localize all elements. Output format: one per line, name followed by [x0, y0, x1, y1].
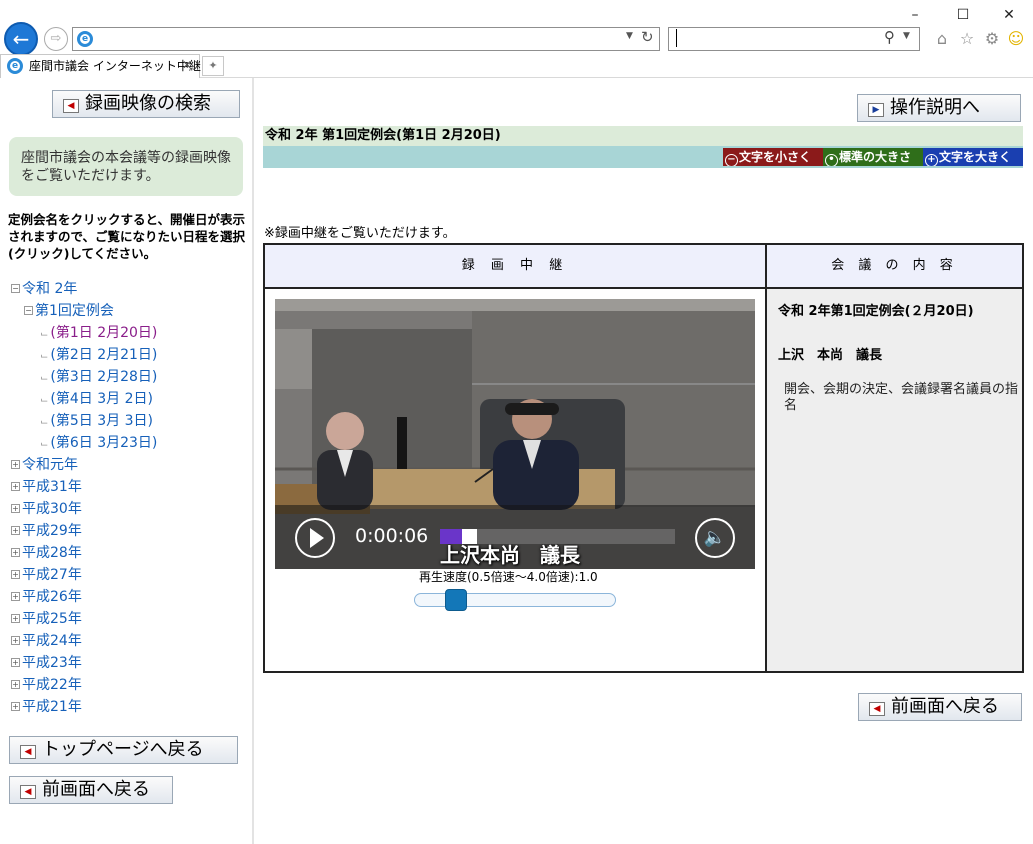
volume-icon[interactable]: 🔈 [695, 518, 735, 558]
intro-text: 座間市議会の本会議等の録画映像をご覧いただけます。 [21, 150, 231, 184]
content-meeting: 令和 2年第1回定例会(２月20日) [778, 304, 974, 319]
settings-gear-icon[interactable]: ⚙ [982, 29, 1002, 49]
favorites-star-icon[interactable]: ☆ [957, 29, 977, 49]
tree-day-4[interactable]: ⌙ (第4日 3月 2日) [40, 389, 153, 411]
tree-year-current[interactable]: − 令和 2年 [11, 279, 77, 299]
tab-close-icon[interactable]: ✕ [182, 58, 192, 72]
arrow-left-icon: ◀ [869, 702, 885, 716]
arrow-left-icon: ◀ [63, 99, 79, 113]
back-arrow-icon[interactable]: ← [4, 22, 38, 56]
content-summary: 開会、会期の決定、会議録署名議員の指名 [784, 382, 1019, 413]
expand-icon[interactable]: + [11, 570, 20, 579]
tree-year-10[interactable]: + 平成23年 [11, 653, 82, 673]
tree-year-7[interactable]: + 平成26年 [11, 587, 82, 607]
tree-year-11[interactable]: + 平成22年 [11, 675, 82, 695]
video-player[interactable]: 上沢本尚 議長 0:00:06 🔈 [275, 299, 755, 569]
ie-logo-icon: e [77, 31, 93, 47]
arrow-right-icon: ▶ [868, 103, 884, 117]
expand-icon[interactable]: + [11, 702, 20, 711]
expand-icon[interactable]: + [11, 658, 20, 667]
tree-year-12[interactable]: + 平成21年 [11, 697, 82, 717]
search-dropdown-icon[interactable]: ▼ [903, 31, 910, 41]
tree-year-9[interactable]: + 平成24年 [11, 631, 82, 651]
expand-icon[interactable]: + [11, 504, 20, 513]
font-standard-button[interactable]: • 標準の大きさ [823, 148, 923, 166]
video-search-button[interactable]: ◀ 録画映像の検索 [52, 90, 240, 118]
meeting-info-bar: 令和 2年 第1回定例会(第1日 2月20日) [263, 126, 1023, 146]
play-icon [310, 528, 324, 548]
browser-tab[interactable]: 座間市議会 インターネット中継 [0, 54, 201, 78]
text-cursor [676, 29, 677, 47]
content-speaker: 上沢 本尚 議長 [778, 348, 883, 363]
expand-icon[interactable]: + [11, 526, 20, 535]
search-icon[interactable]: ⚲ [884, 28, 895, 46]
expand-icon[interactable]: + [11, 548, 20, 557]
browser-chrome: – ☐ ✕ ← ⇨ e ▼ ↻ ⚲ ▼ ⌂ ☆ ⚙ ☺ 座間市議会 インターネッ… [0, 0, 1033, 78]
expand-icon[interactable]: + [11, 482, 20, 491]
tree-day-2[interactable]: ⌙ (第2日 2月21日) [40, 345, 157, 367]
home-icon[interactable]: ⌂ [932, 29, 952, 49]
new-tab-icon[interactable]: ✦ [202, 56, 224, 76]
tab-title: 座間市議会 インターネット中継 [29, 59, 201, 73]
expand-icon[interactable]: + [11, 680, 20, 689]
minimize-icon[interactable]: – [900, 4, 930, 26]
search-input[interactable] [668, 27, 920, 51]
video-timecode: 0:00:06 [355, 525, 429, 547]
header-video: 録 画 中 継 [265, 245, 765, 287]
plus-circle-icon: + [925, 154, 938, 166]
expand-icon[interactable]: + [11, 614, 20, 623]
note-text: ※録画中継をご覧いただけます。 [264, 226, 456, 241]
seek-progress [440, 529, 462, 544]
tree-year-3[interactable]: + 平成30年 [11, 499, 82, 519]
tree-day-5[interactable]: ⌙ (第5日 3月 3日) [40, 411, 153, 433]
tree-session-link[interactable]: 第1回定例会 [35, 303, 114, 319]
header-content: 会 議 の 内 容 [767, 245, 1022, 287]
speed-slider-handle[interactable] [445, 589, 467, 611]
tree-year-8[interactable]: + 平成25年 [11, 609, 82, 629]
tree-day-1[interactable]: ⌙ (第1日 2月20日) [40, 323, 157, 345]
tree-year-5[interactable]: + 平成28年 [11, 543, 82, 563]
tree-year-4[interactable]: + 平成29年 [11, 521, 82, 541]
tree-year-link[interactable]: 令和 2年 [22, 281, 77, 297]
intro-box: 座間市議会の本会議等の録画映像をご覧いただけます。 [9, 137, 243, 196]
expand-icon[interactable]: + [11, 636, 20, 645]
tree-day-6[interactable]: ⌙ (第6日 3月23日) [40, 433, 157, 455]
dot-circle-icon: • [825, 154, 838, 166]
tree-year-6[interactable]: + 平成27年 [11, 565, 82, 585]
tab-ie-icon: e [7, 58, 23, 74]
tree-year-2[interactable]: + 平成31年 [11, 477, 82, 497]
left-back-button[interactable]: ◀ 前画面へ戻る [9, 776, 173, 804]
font-smaller-button[interactable]: − 文字を小さく [723, 148, 823, 166]
right-back-button[interactable]: ◀ 前画面へ戻る [858, 693, 1022, 721]
dropdown-icon[interactable]: ▼ [626, 31, 633, 41]
tree-day-3[interactable]: ⌙ (第3日 2月28日) [40, 367, 157, 389]
maximize-icon[interactable]: ☐ [948, 4, 978, 26]
tree-session[interactable]: − 第1回定例会 [24, 301, 114, 321]
close-window-icon[interactable]: ✕ [994, 4, 1024, 26]
expand-icon[interactable]: + [11, 460, 20, 469]
instructions-text: 定例会名をクリックすると、開催日が表示されますので、ご覧になりたい日程を選択(ク… [8, 212, 246, 261]
minus-circle-icon: − [725, 154, 738, 166]
speed-label: 再生速度(0.5倍速～4.0倍速):1.0 [419, 570, 598, 584]
forward-arrow-icon[interactable]: ⇨ [44, 27, 68, 51]
arrow-left-icon: ◀ [20, 745, 36, 759]
smiley-feedback-icon[interactable]: ☺ [1006, 29, 1026, 49]
arrow-left-icon: ◀ [20, 785, 36, 799]
tree-year-1[interactable]: + 令和元年 [11, 455, 78, 475]
font-larger-button[interactable]: + 文字を大きく [923, 148, 1023, 166]
refresh-icon[interactable]: ↻ [641, 28, 654, 46]
address-bar[interactable] [72, 27, 660, 51]
help-button[interactable]: ▶ 操作説明へ [857, 94, 1021, 122]
collapse-icon[interactable]: − [11, 284, 20, 293]
seek-handle[interactable] [462, 529, 477, 544]
expand-icon[interactable]: + [11, 592, 20, 601]
collapse-icon[interactable]: − [24, 306, 33, 315]
top-page-button[interactable]: ◀ トップページへ戻る [9, 736, 238, 764]
